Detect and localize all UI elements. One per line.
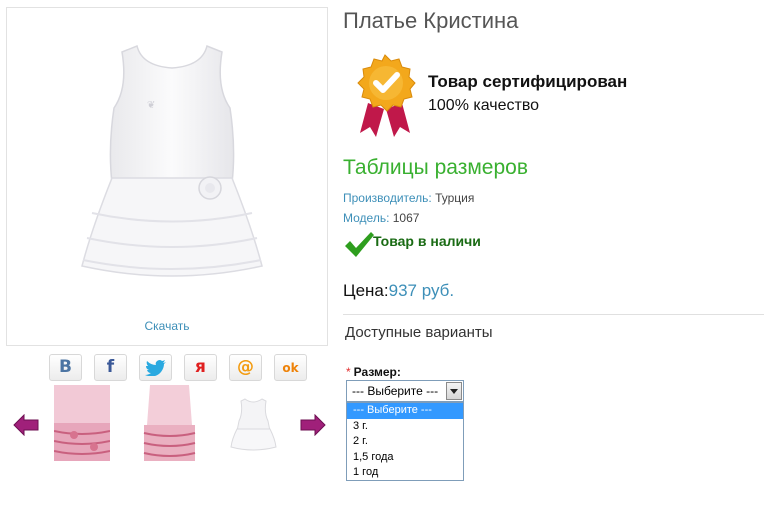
twitter-icon	[144, 359, 166, 376]
certificate-subtitle: 100% качество	[428, 97, 540, 114]
price-value: 937 руб.	[388, 281, 455, 300]
odnoklassniki-icon: ok	[282, 360, 299, 375]
vk-share-button[interactable]: В	[49, 354, 82, 381]
manufacturer-value: Турция	[435, 191, 475, 205]
size-option[interactable]: 3 г.	[347, 419, 463, 435]
svg-text:❦: ❦	[147, 100, 155, 111]
product-title: Платье Кристина	[343, 8, 519, 33]
mailru-share-button[interactable]: @	[229, 354, 262, 381]
stock-status: Товар в наличи	[343, 230, 481, 258]
divider	[343, 314, 764, 315]
twitter-share-button[interactable]	[139, 354, 172, 381]
manufacturer-label[interactable]: Производитель:	[343, 191, 432, 205]
gallery-thumbnail[interactable]	[142, 385, 197, 461]
size-dropdown-list: --- Выберите --- 3 г. 2 г. 1,5 года 1 год	[346, 402, 464, 481]
size-option[interactable]: --- Выберите ---	[347, 403, 463, 419]
size-table-link[interactable]: Таблицы размеров	[343, 156, 528, 180]
certificate-title: Товар сертифицирован	[428, 72, 628, 91]
facebook-icon: f	[106, 357, 115, 377]
variants-title: Доступные варианты	[345, 324, 493, 341]
gallery-thumbnail[interactable]	[226, 393, 281, 453]
size-label-text: Размер:	[353, 365, 401, 379]
manufacturer-row: Производитель: Турция	[343, 191, 474, 205]
model-label: Модель:	[343, 211, 390, 225]
odnoklassniki-share-button[interactable]: ok	[274, 354, 307, 381]
model-row: Модель: 1067	[343, 211, 419, 225]
gallery-next-arrow-icon[interactable]	[300, 414, 326, 436]
vk-icon: В	[59, 357, 72, 377]
main-product-image[interactable]: ❦ Скачать	[6, 7, 328, 346]
social-share-row: Вf я @ ok	[49, 354, 307, 381]
required-mark: *	[346, 365, 351, 379]
yaru-share-button[interactable]: я	[184, 354, 217, 381]
price-row: Цена:937 руб.	[343, 281, 454, 301]
size-label: * Размер:	[346, 365, 401, 379]
yaru-icon: я	[195, 357, 206, 377]
dropdown-button[interactable]	[446, 382, 462, 400]
size-select[interactable]: --- Выберите ---	[346, 380, 464, 402]
mailru-icon: @	[237, 357, 254, 377]
dress-image: ❦	[81, 44, 263, 277]
gallery-thumbnail[interactable]	[54, 385, 110, 461]
download-link[interactable]: Скачать	[7, 319, 327, 333]
gallery-prev-arrow-icon[interactable]	[13, 414, 39, 436]
stock-text: Товар в наличи	[373, 233, 481, 249]
size-option[interactable]: 1 год	[347, 465, 463, 481]
size-select-value: --- Выберите ---	[352, 384, 439, 398]
price-label: Цена:	[343, 281, 389, 300]
model-value: 1067	[392, 211, 420, 225]
chevron-down-icon	[450, 388, 458, 394]
certified-badge-icon	[357, 54, 416, 137]
size-option[interactable]: 1,5 года	[347, 450, 463, 466]
facebook-share-button[interactable]: f	[94, 354, 127, 381]
size-option[interactable]: 2 г.	[347, 434, 463, 450]
in-stock-check-icon	[345, 232, 374, 257]
